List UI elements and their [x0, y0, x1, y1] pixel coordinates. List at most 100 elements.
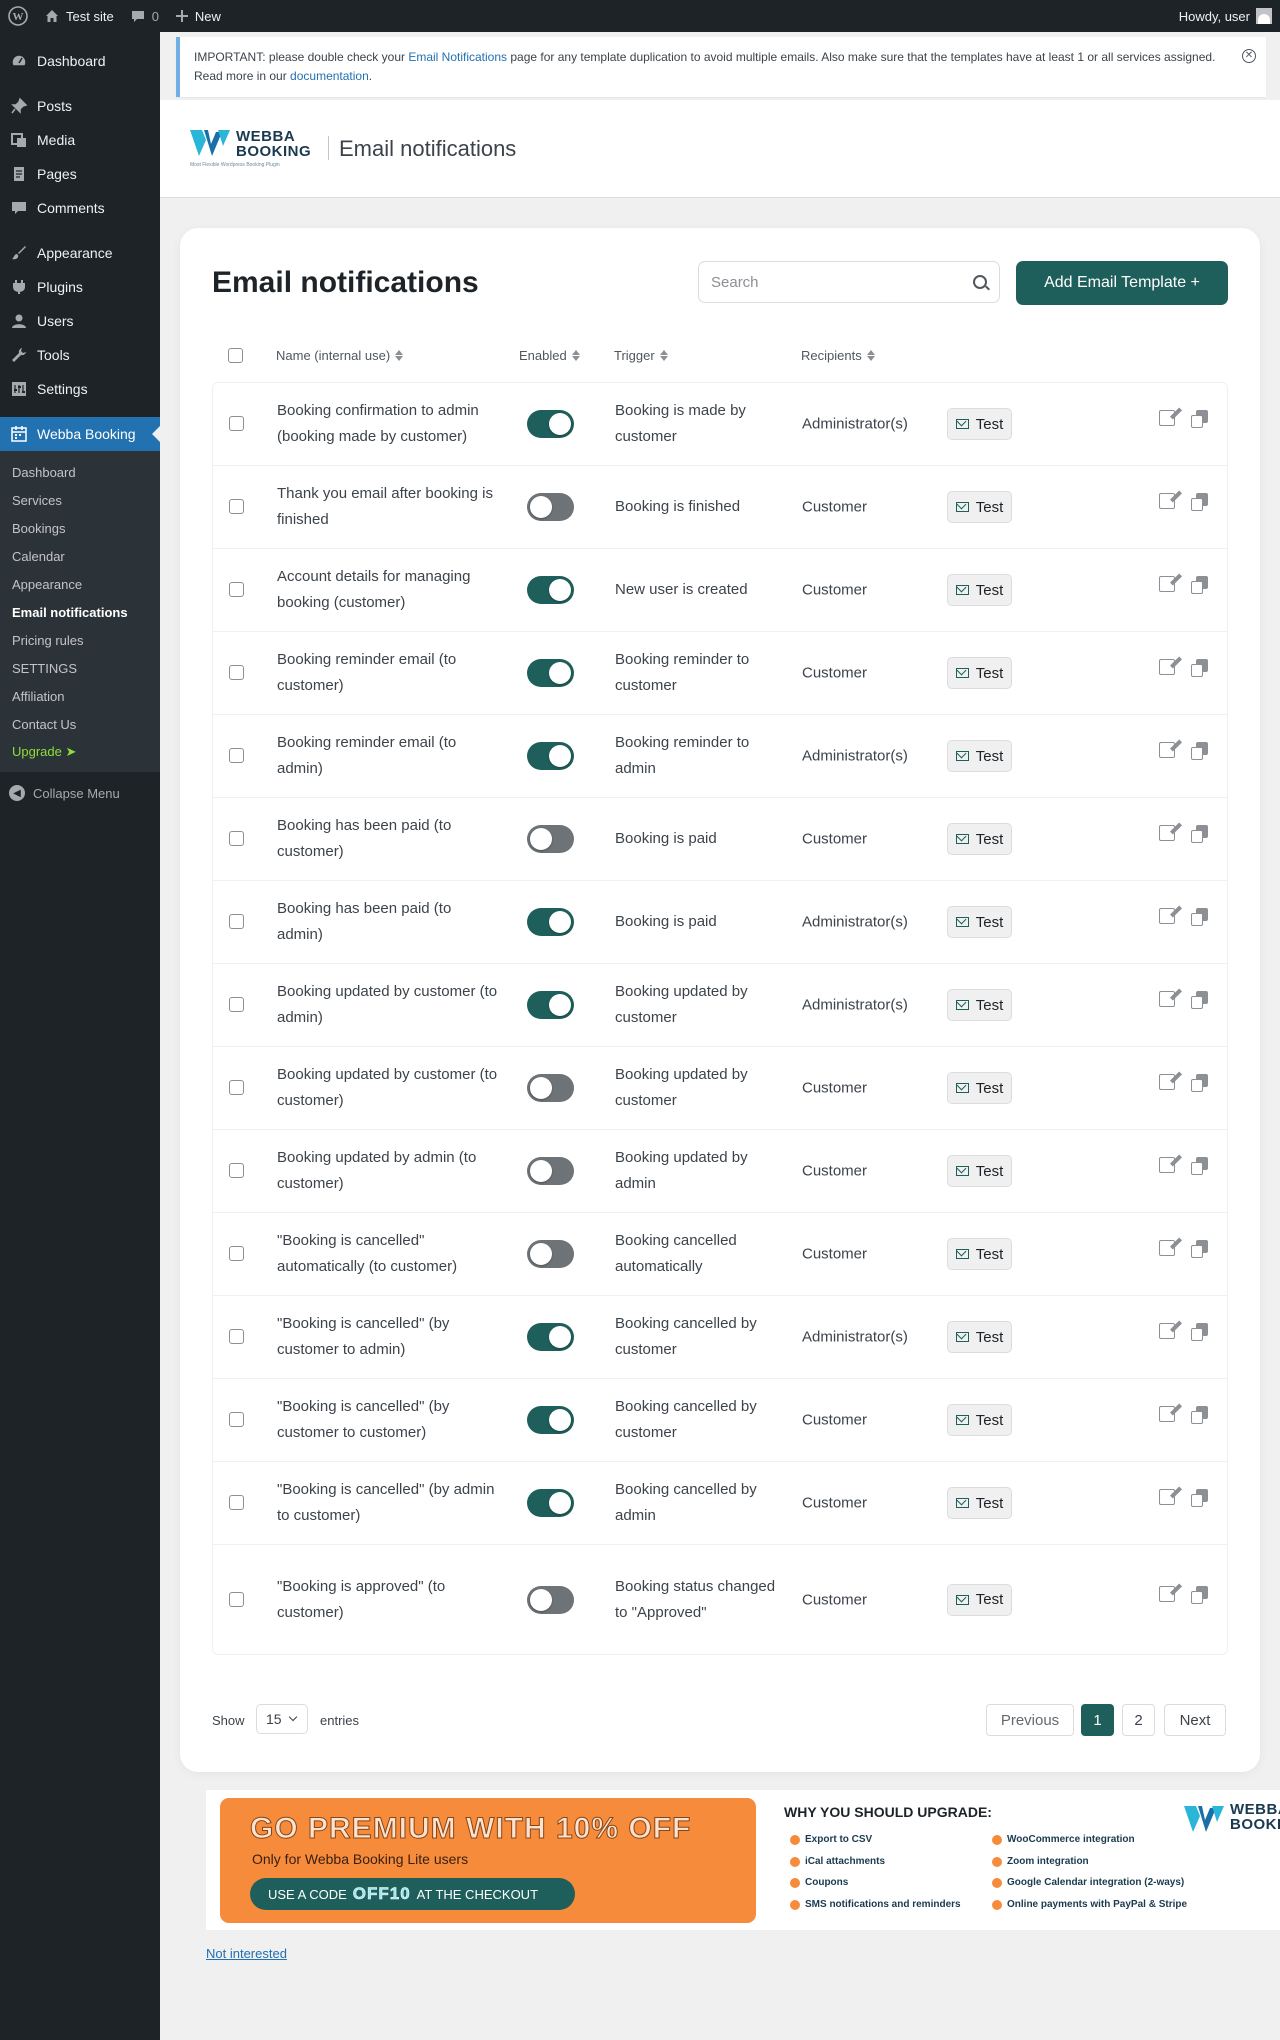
row-checkbox[interactable]: [229, 416, 244, 431]
edit-icon[interactable]: [1159, 908, 1177, 926]
test-button[interactable]: Test: [947, 1155, 1012, 1187]
sidebar-item-posts[interactable]: Posts: [0, 89, 160, 123]
page-2-button[interactable]: 2: [1122, 1704, 1155, 1736]
duplicate-icon[interactable]: [1191, 1489, 1209, 1507]
edit-icon[interactable]: [1159, 1323, 1177, 1341]
enabled-toggle[interactable]: [527, 1240, 574, 1268]
duplicate-icon[interactable]: [1191, 1323, 1209, 1341]
column-header-recipients[interactable]: Recipients: [801, 348, 875, 363]
row-checkbox[interactable]: [229, 1080, 244, 1095]
edit-icon[interactable]: [1159, 991, 1177, 1009]
documentation-link[interactable]: documentation: [290, 69, 369, 83]
submenu-contact-us[interactable]: Contact Us: [0, 710, 160, 738]
duplicate-icon[interactable]: [1191, 1406, 1209, 1424]
submenu-pricing-rules[interactable]: Pricing rules: [0, 626, 160, 654]
enabled-toggle[interactable]: [527, 1585, 574, 1614]
sidebar-item-webba-booking[interactable]: Webba Booking: [0, 417, 160, 451]
enabled-toggle[interactable]: [527, 1406, 574, 1434]
my-account-link[interactable]: Howdy, user: [1171, 0, 1280, 32]
not-interested-link[interactable]: Not interested: [206, 1946, 287, 1961]
comments-link[interactable]: 0: [122, 0, 167, 32]
duplicate-icon[interactable]: [1191, 1157, 1209, 1175]
duplicate-icon[interactable]: [1191, 1585, 1209, 1604]
submenu-appearance[interactable]: Appearance: [0, 570, 160, 598]
test-button[interactable]: Test: [947, 740, 1012, 772]
row-checkbox[interactable]: [229, 914, 244, 929]
row-checkbox[interactable]: [229, 831, 244, 846]
sidebar-item-tools[interactable]: Tools: [0, 338, 160, 372]
duplicate-icon[interactable]: [1191, 991, 1209, 1009]
test-button[interactable]: Test: [947, 1583, 1012, 1616]
duplicate-icon[interactable]: [1191, 908, 1209, 926]
sidebar-item-pages[interactable]: Pages: [0, 157, 160, 191]
edit-icon[interactable]: [1159, 1406, 1177, 1424]
new-content-link[interactable]: New: [167, 0, 229, 32]
edit-icon[interactable]: [1159, 576, 1177, 594]
row-checkbox[interactable]: [229, 499, 244, 514]
row-checkbox[interactable]: [229, 1329, 244, 1344]
enabled-toggle[interactable]: [527, 659, 574, 687]
dismiss-icon[interactable]: ✕: [1242, 49, 1256, 63]
test-button[interactable]: Test: [947, 989, 1012, 1021]
column-header-enabled[interactable]: Enabled: [519, 348, 580, 363]
page-1-button[interactable]: 1: [1081, 1704, 1114, 1736]
edit-icon[interactable]: [1159, 742, 1177, 760]
wordpress-logo-icon[interactable]: W: [0, 0, 36, 32]
enabled-toggle[interactable]: [527, 1489, 574, 1517]
duplicate-icon[interactable]: [1191, 493, 1209, 511]
duplicate-icon[interactable]: [1191, 410, 1209, 428]
add-email-template-button[interactable]: Add Email Template +: [1016, 261, 1228, 305]
sidebar-item-dashboard[interactable]: Dashboard: [0, 44, 160, 78]
sidebar-item-comments[interactable]: Comments: [0, 191, 160, 225]
test-button[interactable]: Test: [947, 408, 1012, 440]
row-checkbox[interactable]: [229, 1412, 244, 1427]
sidebar-item-media[interactable]: Media: [0, 123, 160, 157]
sidebar-item-settings[interactable]: Settings: [0, 372, 160, 406]
select-all-checkbox[interactable]: [228, 348, 243, 363]
test-button[interactable]: Test: [947, 491, 1012, 523]
enabled-toggle[interactable]: [527, 825, 574, 853]
search-input[interactable]: Search: [698, 261, 1000, 303]
test-button[interactable]: Test: [947, 823, 1012, 855]
sidebar-item-users[interactable]: Users: [0, 304, 160, 338]
test-button[interactable]: Test: [947, 906, 1012, 938]
enabled-toggle[interactable]: [527, 908, 574, 936]
enabled-toggle[interactable]: [527, 1074, 574, 1102]
promo-offer-box[interactable]: GO PREMIUM WITH 10% OFF Only for Webba B…: [220, 1798, 756, 1923]
test-button[interactable]: Test: [947, 1072, 1012, 1104]
row-checkbox[interactable]: [229, 997, 244, 1012]
edit-icon[interactable]: [1159, 1157, 1177, 1175]
edit-icon[interactable]: [1159, 825, 1177, 843]
page-size-select[interactable]: 15: [256, 1704, 308, 1734]
edit-icon[interactable]: [1159, 493, 1177, 511]
duplicate-icon[interactable]: [1191, 1074, 1209, 1092]
duplicate-icon[interactable]: [1191, 576, 1209, 594]
sidebar-item-appearance[interactable]: Appearance: [0, 236, 160, 270]
duplicate-icon[interactable]: [1191, 659, 1209, 677]
enabled-toggle[interactable]: [527, 410, 574, 438]
email-notifications-link[interactable]: Email Notifications: [408, 50, 507, 64]
test-button[interactable]: Test: [947, 1321, 1012, 1353]
edit-icon[interactable]: [1159, 1074, 1177, 1092]
edit-icon[interactable]: [1159, 659, 1177, 677]
edit-icon[interactable]: [1159, 1585, 1177, 1604]
column-header-name[interactable]: Name (internal use): [276, 348, 404, 363]
row-checkbox[interactable]: [229, 748, 244, 763]
row-checkbox[interactable]: [229, 582, 244, 597]
sidebar-item-plugins[interactable]: Plugins: [0, 270, 160, 304]
edit-icon[interactable]: [1159, 1240, 1177, 1258]
row-checkbox[interactable]: [229, 665, 244, 680]
enabled-toggle[interactable]: [527, 1323, 574, 1351]
column-header-trigger[interactable]: Trigger: [614, 348, 668, 363]
enabled-toggle[interactable]: [527, 991, 574, 1019]
duplicate-icon[interactable]: [1191, 825, 1209, 843]
test-button[interactable]: Test: [947, 1238, 1012, 1270]
test-button[interactable]: Test: [947, 574, 1012, 606]
test-button[interactable]: Test: [947, 657, 1012, 689]
edit-icon[interactable]: [1159, 1489, 1177, 1507]
submenu-settings[interactable]: SETTINGS: [0, 654, 160, 682]
duplicate-icon[interactable]: [1191, 742, 1209, 760]
submenu-affiliation[interactable]: Affiliation: [0, 682, 160, 710]
submenu-dashboard[interactable]: Dashboard: [0, 458, 160, 486]
submenu-services[interactable]: Services: [0, 486, 160, 514]
